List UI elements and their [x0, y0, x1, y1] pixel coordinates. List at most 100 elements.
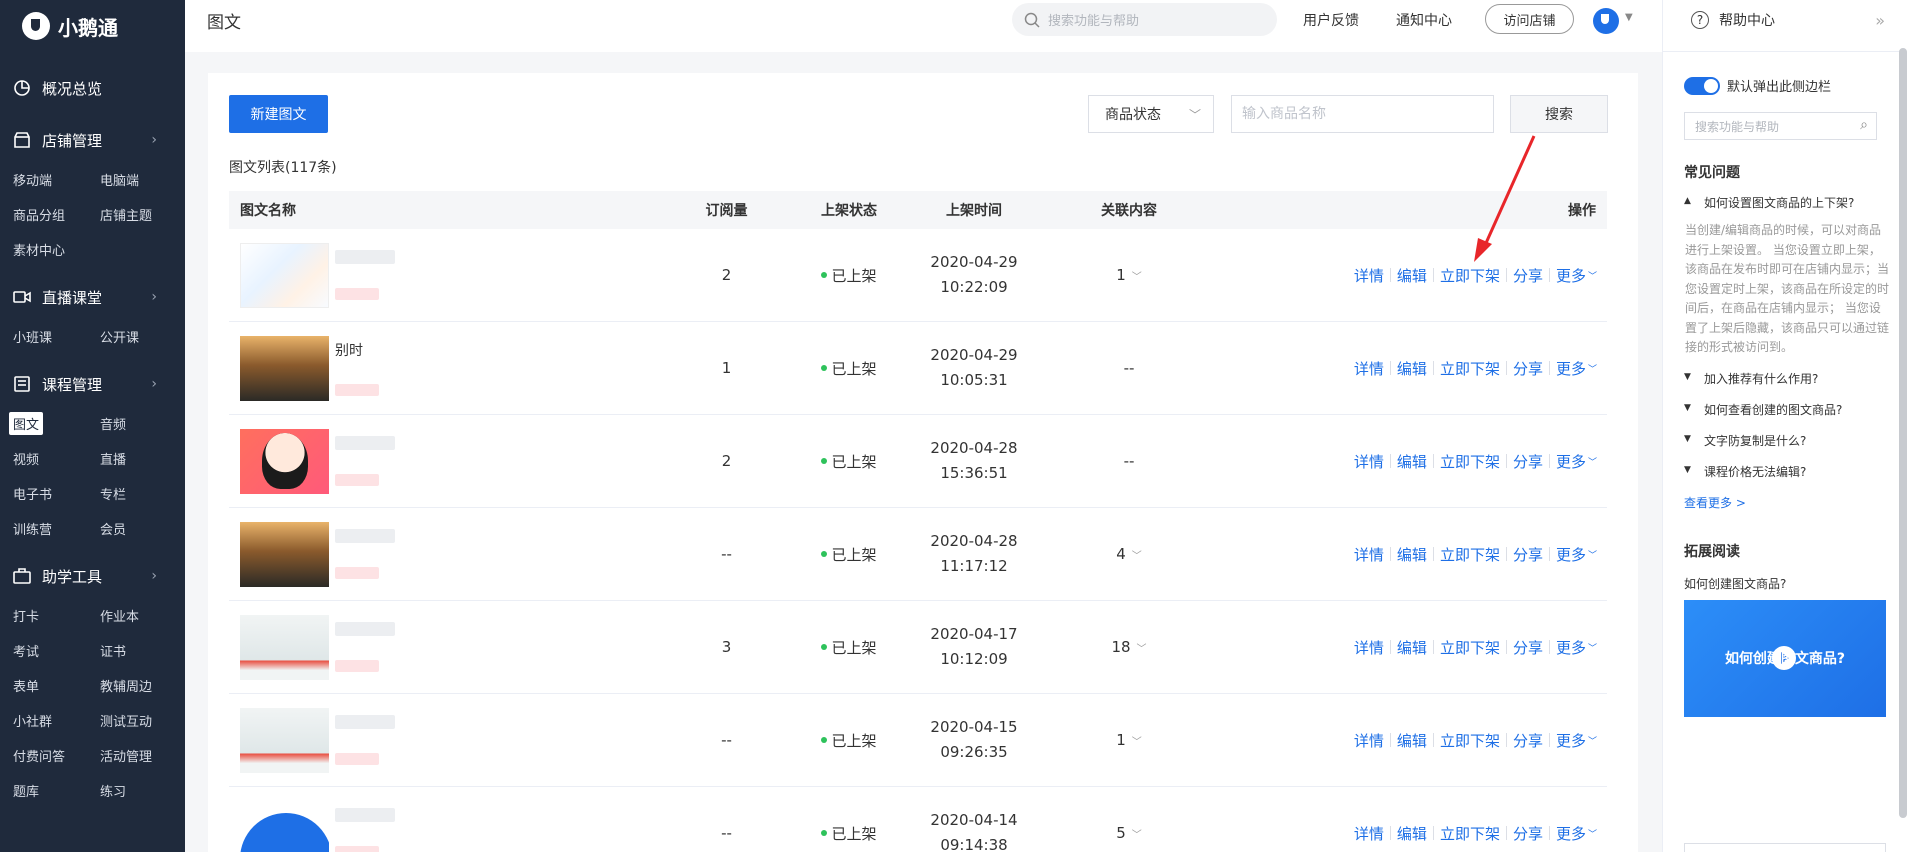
sidebar-item[interactable]: 考试 [13, 633, 100, 668]
sidebar-item[interactable]: 测试互动 [100, 703, 187, 738]
chevron-down-icon[interactable]: ﹀ [1588, 827, 1597, 840]
share-link[interactable]: 分享 [1513, 637, 1543, 658]
faq-item[interactable]: ▲ 如何设置图文商品的上下架? [1684, 194, 1907, 211]
sidebar-item[interactable]: 音频 [100, 406, 187, 441]
detail-link[interactable]: 详情 [1354, 358, 1384, 379]
share-link[interactable]: 分享 [1513, 544, 1543, 565]
sidebar-item[interactable]: 活动管理 [100, 738, 187, 773]
sidebar-item[interactable]: 专栏 [100, 476, 187, 511]
collapse-panel-icon[interactable]: » [1875, 11, 1885, 30]
more-link[interactable]: 更多 [1556, 823, 1586, 844]
sidebar-item[interactable]: 证书 [100, 633, 187, 668]
sidebar-item[interactable]: 会员 [100, 511, 187, 546]
ext-reading-link[interactable]: 如何创建图文商品? [1663, 575, 1907, 592]
article-thumbnail[interactable] [240, 428, 329, 494]
sidebar-item[interactable]: 视频 [13, 441, 100, 476]
sidebar-item[interactable]: 公开课 [100, 319, 187, 354]
more-link[interactable]: 更多 [1556, 451, 1586, 472]
article-title[interactable]: 别时 [335, 340, 379, 360]
notification-center-link[interactable]: 通知中心 [1396, 10, 1452, 30]
detail-link[interactable]: 详情 [1354, 544, 1384, 565]
chevron-down-icon[interactable]: ﹀ [1588, 548, 1597, 561]
tutorial-video[interactable]: 如何创建图文商品? [1684, 599, 1886, 717]
chevron-down-icon[interactable]: ﹀ [1132, 551, 1142, 562]
new-article-button[interactable]: 新建图文 [229, 95, 328, 133]
article-title[interactable] [335, 715, 395, 729]
related-content[interactable]: 18 ﹀ [1049, 638, 1209, 656]
more-link[interactable]: 更多 [1556, 358, 1586, 379]
related-content[interactable]: 1 ﹀ [1049, 266, 1209, 284]
more-link[interactable]: 更多 [1556, 544, 1586, 565]
visit-store-button[interactable]: 访问店铺 [1485, 4, 1574, 34]
sidebar-item[interactable]: 打卡 [13, 598, 100, 633]
user-feedback-link[interactable]: 用户反馈 [1303, 10, 1359, 30]
article-thumbnail[interactable] [240, 242, 329, 308]
sidebar-item[interactable]: 作业本 [100, 598, 187, 633]
detail-link[interactable]: 详情 [1354, 265, 1384, 286]
related-content[interactable]: 1 ﹀ [1049, 731, 1209, 749]
product-name-input[interactable] [1231, 95, 1494, 133]
detail-link[interactable]: 详情 [1354, 451, 1384, 472]
sidebar-item[interactable]: 移动端 [13, 162, 100, 197]
help-input-box[interactable] [1684, 843, 1886, 852]
scrollbar[interactable] [1899, 48, 1907, 818]
more-link[interactable]: 更多 [1556, 730, 1586, 751]
see-more-link[interactable]: 查看更多 > [1663, 494, 1907, 511]
sidebar-item[interactable]: 店铺主题 [100, 197, 187, 232]
article-thumbnail[interactable] [240, 800, 329, 852]
edit-link[interactable]: 编辑 [1397, 823, 1427, 844]
edit-link[interactable]: 编辑 [1397, 265, 1427, 286]
faq-item[interactable]: ▼ 文字防复制是什么? [1684, 432, 1907, 449]
chevron-down-icon[interactable]: ﹀ [1588, 269, 1597, 282]
share-link[interactable]: 分享 [1513, 730, 1543, 751]
edit-link[interactable]: 编辑 [1397, 730, 1427, 751]
sidebar-item[interactable]: 商品分组 [13, 197, 100, 232]
chevron-down-icon[interactable]: ﹀ [1588, 455, 1597, 468]
article-title[interactable] [335, 622, 395, 636]
faq-item[interactable]: ▼ 加入推荐有什么作用? [1684, 370, 1907, 387]
article-thumbnail[interactable] [240, 521, 329, 587]
edit-link[interactable]: 编辑 [1397, 358, 1427, 379]
article-title[interactable] [335, 529, 395, 543]
logo[interactable]: 小鹅通 [0, 0, 185, 52]
avatar[interactable] [1593, 8, 1619, 34]
more-link[interactable]: 更多 [1556, 637, 1586, 658]
nav-head[interactable]: 直播课堂 › [0, 275, 185, 319]
edit-link[interactable]: 编辑 [1397, 544, 1427, 565]
nav-head[interactable]: 店铺管理 › [0, 118, 185, 162]
related-content[interactable]: 5 ﹀ [1049, 824, 1209, 842]
chevron-down-icon[interactable]: ﹀ [1588, 734, 1597, 747]
sidebar-item[interactable]: 付费问答 [13, 738, 100, 773]
chevron-down-icon[interactable]: ﹀ [1137, 644, 1147, 655]
article-title[interactable] [335, 250, 395, 264]
sidebar-item[interactable]: 题库 [13, 773, 100, 808]
unpublish-link[interactable]: 立即下架 [1440, 358, 1500, 379]
sidebar-item[interactable]: 电脑端 [100, 162, 187, 197]
nav-head[interactable]: 课程管理 › [0, 362, 185, 406]
detail-link[interactable]: 详情 [1354, 637, 1384, 658]
share-link[interactable]: 分享 [1513, 358, 1543, 379]
sidebar-item[interactable]: 直播 [100, 441, 187, 476]
article-thumbnail[interactable] [240, 707, 329, 773]
sidebar-item[interactable]: 小班课 [13, 319, 100, 354]
edit-link[interactable]: 编辑 [1397, 637, 1427, 658]
article-thumbnail[interactable] [240, 614, 329, 680]
article-title[interactable] [335, 808, 395, 822]
share-link[interactable]: 分享 [1513, 451, 1543, 472]
global-search-input[interactable]: 搜索功能与帮助 [1012, 3, 1277, 36]
sidebar-item[interactable]: 训练营 [13, 511, 100, 546]
unpublish-link[interactable]: 立即下架 [1440, 451, 1500, 472]
sidebar-item[interactable]: 电子书 [13, 476, 100, 511]
faq-item[interactable]: ▼ 如何查看创建的图文商品? [1684, 401, 1907, 418]
share-link[interactable]: 分享 [1513, 823, 1543, 844]
chevron-down-icon[interactable]: ﹀ [1132, 737, 1142, 748]
search-icon[interactable]: ⌕ [1860, 117, 1868, 133]
chevron-down-icon[interactable]: ﹀ [1588, 362, 1597, 375]
detail-link[interactable]: 详情 [1354, 730, 1384, 751]
default-popup-toggle[interactable] [1684, 76, 1720, 95]
chevron-down-icon[interactable]: ﹀ [1132, 830, 1142, 841]
sidebar-item[interactable]: 图文 [9, 406, 100, 441]
unpublish-link[interactable]: 立即下架 [1440, 637, 1500, 658]
chevron-down-icon[interactable]: ﹀ [1588, 641, 1597, 654]
nav-head[interactable]: 概况总览 [0, 66, 185, 110]
